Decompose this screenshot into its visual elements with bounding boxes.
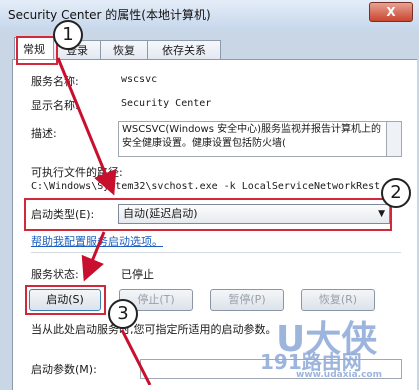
watermark-url: www.udaxia.com bbox=[296, 370, 382, 380]
annotation-marker-1: 1 bbox=[53, 20, 83, 50]
annotation-marker-2: 2 bbox=[381, 178, 411, 208]
annotation-marker-3: 3 bbox=[108, 299, 138, 329]
arrow-2 bbox=[81, 231, 106, 282]
arrow-3 bbox=[120, 329, 152, 385]
arrow-1 bbox=[56, 57, 117, 196]
